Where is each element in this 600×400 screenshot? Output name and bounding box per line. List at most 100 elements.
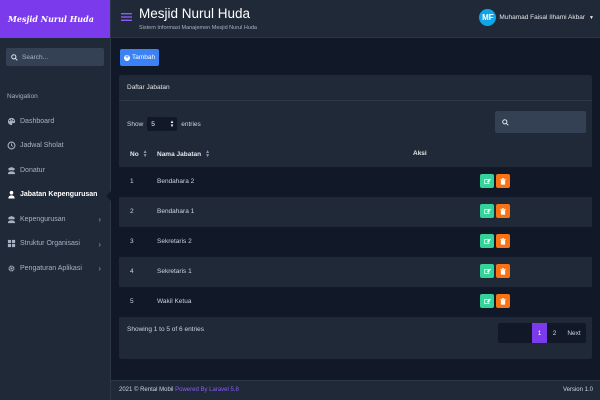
column-header-aksi: Aksi — [413, 150, 427, 157]
sidebar-item-kepengurusan[interactable]: Kepengurusan › — [0, 207, 110, 232]
page-title: Mesjid Nurul Huda — [139, 6, 251, 21]
trash-icon — [500, 207, 506, 215]
delete-button[interactable] — [496, 204, 510, 218]
cell-nama-jabatan: Bendahara 2 — [157, 178, 195, 185]
table-row: 4 Sekretaris 1 — [119, 257, 592, 287]
sidebar-item-label: Pengaturan Aplikasi — [20, 264, 82, 272]
entries-select[interactable]: 5 ▴ ▾ — [147, 117, 178, 131]
users-icon — [7, 215, 16, 224]
edit-button[interactable] — [480, 174, 494, 188]
add-button[interactable]: + Tambah — [120, 49, 160, 66]
table-search-input[interactable] — [495, 111, 586, 133]
nav-heading: Navigation — [7, 93, 38, 100]
brand-logo-text: Mesjid Nurul Huda — [8, 14, 94, 24]
table-row: 1 Bendahara 2 — [119, 167, 592, 197]
user-name: Muhamad Faisal Ilhami Akbar — [499, 14, 586, 21]
edit-button[interactable] — [480, 264, 494, 278]
sidebar-item-label: Struktur Organisasi — [20, 240, 80, 248]
edit-button[interactable] — [480, 204, 494, 218]
edit-button[interactable] — [480, 294, 494, 308]
delete-button[interactable] — [496, 294, 510, 308]
gear-icon — [7, 264, 16, 273]
user-menu[interactable]: MF Muhamad Faisal Ilhami Akbar ▼ — [479, 9, 594, 26]
top-header: Mesjid Nurul Huda Sistem Informasi Manaj… — [111, 0, 600, 38]
trash-icon — [500, 177, 506, 185]
pagination: 1 2 Next — [498, 323, 586, 343]
delete-button[interactable] — [496, 234, 510, 248]
delete-button[interactable] — [496, 264, 510, 278]
trash-icon — [500, 237, 506, 245]
edit-icon — [483, 238, 491, 244]
sidebar-item-label: Dashboard — [20, 117, 55, 125]
table-header: No ▲ ▼ Nama Jabatan ▲ ▼ Aksi — [119, 145, 592, 165]
pagination-next[interactable]: Next — [562, 323, 586, 343]
footer-copyright: 2021 © Rental Mobil Powered By Laravel 5… — [119, 387, 239, 393]
page-subtitle: Sistem Informasi Manajemen Mesjid Nurul … — [139, 25, 257, 31]
menu-toggle-icon[interactable] — [121, 12, 132, 24]
search-icon — [502, 118, 509, 126]
search-icon — [11, 53, 18, 61]
sort-icon: ▲ ▼ — [142, 149, 148, 159]
cell-no: 2 — [130, 208, 134, 215]
chevron-right-icon: › — [98, 215, 101, 224]
edit-icon — [483, 268, 491, 274]
sidebar-item-pengaturan-aplikasi[interactable]: Pengaturan Aplikasi › — [0, 256, 110, 281]
delete-button[interactable] — [496, 174, 510, 188]
show-label: Show — [127, 120, 144, 128]
footer-version: Version 1.0 — [562, 387, 593, 393]
sidebar-item-jabatan-kepengurusan[interactable]: Jabatan Kepengurusan — [0, 183, 111, 208]
pagination-previous[interactable] — [498, 323, 532, 343]
edit-icon — [483, 178, 491, 184]
pagination-page-1[interactable]: 1 — [532, 323, 547, 343]
sort-icon: ▲ ▼ — [205, 149, 211, 159]
column-header-label: Aksi — [413, 150, 427, 157]
entries-length-control: Show 5 ▴ ▾ entries — [127, 117, 201, 131]
column-header-label: Nama Jabatan — [157, 150, 202, 158]
plus-circle-icon: + — [124, 54, 130, 61]
card-title: Daftar Jabatan — [119, 75, 592, 101]
sidebar-search-placeholder: Search... — [22, 53, 49, 61]
card-title-text: Daftar Jabatan — [127, 84, 170, 91]
jabatan-card: Daftar Jabatan Show 5 ▴ ▾ entries No ▲ ▼ N… — [119, 75, 592, 359]
main-content: + Tambah Daftar Jabatan Show 5 ▴ ▾ entrie… — [111, 38, 600, 380]
cell-nama-jabatan: Sekretaris 2 — [157, 238, 192, 245]
sidebar-search-input[interactable]: Search... — [6, 48, 104, 66]
sidebar-item-struktur-organisasi[interactable]: Struktur Organisasi › — [0, 232, 110, 257]
column-header-nama-jabatan[interactable]: Nama Jabatan ▲ ▼ — [157, 149, 211, 159]
footer-powered-link[interactable]: Powered By Laravel 5.8 — [175, 387, 239, 393]
edit-icon — [483, 208, 491, 214]
chevron-right-icon: › — [98, 264, 101, 273]
sidebar-item-donatur[interactable]: Donatur — [0, 158, 110, 183]
cell-nama-jabatan: Wakil Ketua — [157, 298, 192, 305]
sidebar-item-label: Kepengurusan — [20, 215, 66, 223]
brand-logo[interactable]: Mesjid Nurul Huda — [0, 0, 110, 38]
edit-button[interactable] — [480, 234, 494, 248]
table-row: 3 Sekretaris 2 — [119, 227, 592, 257]
table-row: 5 Wakil Ketua — [119, 287, 592, 317]
cell-no: 5 — [130, 298, 134, 305]
cell-no: 4 — [130, 268, 134, 275]
trash-icon — [500, 297, 506, 305]
grid-icon — [7, 239, 16, 248]
sidebar-item-jadwal-sholat[interactable]: Jadwal Sholat — [0, 134, 110, 159]
palette-icon — [7, 117, 16, 126]
pagination-page-2[interactable]: 2 — [547, 323, 562, 343]
sidebar-item-label: Jadwal Sholat — [20, 142, 64, 150]
sidebar-item-label: Jabatan Kepengurusan — [20, 191, 98, 199]
avatar: MF — [479, 9, 497, 26]
updown-icon: ▴ ▾ — [170, 119, 174, 129]
footer-copyright-text: 2021 © Rental Mobil — [119, 387, 174, 393]
sidebar: Mesjid Nurul Huda Search... Navigation D… — [0, 0, 111, 400]
clock-icon — [7, 141, 16, 150]
column-header-label: No — [130, 150, 139, 158]
cell-no: 3 — [130, 238, 134, 245]
column-header-no[interactable]: No ▲ ▼ — [130, 149, 148, 159]
sidebar-item-dashboard[interactable]: Dashboard — [0, 109, 110, 134]
cell-no: 1 — [130, 178, 134, 185]
caret-down-icon: ▼ — [589, 14, 594, 21]
entries-label: entries — [181, 120, 201, 128]
table-row: 2 Bendahara 1 — [119, 197, 592, 227]
table-info: Showing 1 to 5 of 6 entries — [127, 326, 204, 333]
user-icon — [7, 190, 16, 199]
cell-nama-jabatan: Sekretaris 1 — [157, 268, 192, 275]
